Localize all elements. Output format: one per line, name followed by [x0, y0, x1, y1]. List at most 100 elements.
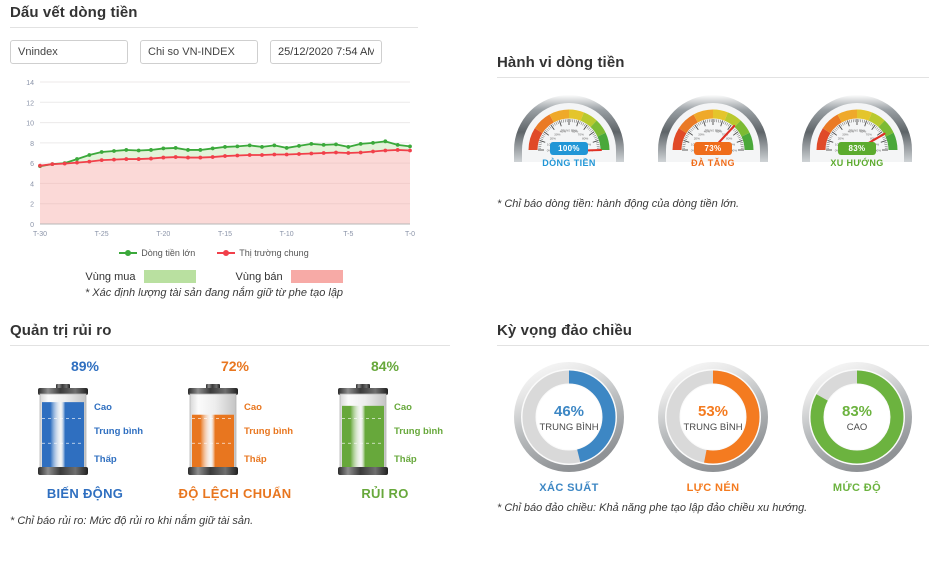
svg-text:8: 8	[30, 141, 34, 148]
legend-line-green	[119, 250, 138, 256]
svg-text:Cao: Cao	[244, 402, 262, 413]
svg-text:20%: 20%	[694, 137, 700, 141]
svg-text:14: 14	[26, 80, 34, 87]
battery-risk[interactable]: 84% Cao Trung bình Thấp RỦI RO	[310, 358, 460, 501]
svg-text:4: 4	[30, 181, 34, 188]
divider	[10, 27, 418, 28]
divider	[497, 77, 929, 78]
svg-text:Thấp: Thấp	[94, 454, 117, 465]
symbol-input[interactable]	[10, 40, 128, 64]
svg-text:0: 0	[30, 222, 34, 229]
svg-text:20%: 20%	[550, 137, 556, 141]
battery-percent: 89%	[70, 358, 100, 374]
svg-text:Trung bình: Trung bình	[394, 426, 443, 437]
legend-item-big-money: Dòng tiền lớn	[119, 248, 195, 258]
svg-text:T-30: T-30	[33, 231, 47, 238]
divider	[10, 345, 450, 346]
battery-title: ĐỘ LỆCH CHUẨN	[178, 486, 292, 501]
gauge-caption: ĐÀ TĂNG	[691, 158, 735, 168]
battery-graphic-std-dev: Cao Trung bình Thấp	[188, 384, 293, 475]
svg-text:46%: 46%	[554, 403, 584, 420]
money-trail-chart: 0 2 4 6 8 10 12 14 T-30 T-25 T-20 T-15 T-10 T-5 T-0	[10, 74, 418, 246]
panel-reversal: Kỳ vọng đảo chiều 46% TRUNG BÌNH XÁC SUẤT…	[497, 322, 929, 514]
battery-title: RỦI RO	[361, 486, 409, 501]
panel-risk: Quản trị rủi ro 89% Cao Trung bình Thấp BI…	[10, 322, 450, 527]
gauge-value-badge: 73%	[694, 142, 732, 155]
battery-volatility[interactable]: 89% Cao Trung bình Thấp BIẾN ĐỘNG	[10, 358, 160, 501]
dashboard-page: Dấu vết dòng tiền 0 2 4 6 8 10 12 14 T-30 T-25 T-2…	[0, 0, 939, 569]
panel-money-trail: Dấu vết dòng tiền 0 2 4 6 8 10 12 14 T-30 T-25 T-2…	[10, 4, 418, 299]
svg-text:T-20: T-20	[156, 231, 170, 238]
donut-label: MỨC ĐỘ	[832, 482, 882, 494]
zone-legend: Vùng mua Vùng bán	[10, 270, 418, 283]
legend-label-big-money: Dòng tiền lớn	[141, 248, 196, 258]
svg-text:Trung bình: Trung bình	[244, 426, 293, 437]
svg-text:10: 10	[26, 121, 34, 128]
svg-text:Cao: Cao	[394, 402, 412, 413]
donut-label: LỰC NÉN	[686, 482, 740, 494]
svg-text:2: 2	[30, 202, 34, 209]
svg-text:20%: 20%	[838, 137, 844, 141]
footnote-reversal: * Chỉ báo đảo chiều: Khả năng phe tạo lậ…	[497, 502, 808, 514]
battery-graphic-risk: Cao Trung bình Thấp	[338, 384, 443, 475]
gauge-caption: DÒNG TIỀN	[542, 158, 596, 168]
legend-item-buy-zone: Vùng mua	[85, 270, 196, 283]
svg-text:83%: 83%	[842, 403, 872, 420]
svg-text:CAO: CAO	[847, 422, 868, 433]
battery-percent: 84%	[370, 358, 400, 374]
footnote-behavior: * Chỉ báo dòng tiền: hành động của dòng …	[497, 198, 740, 210]
svg-text:53%: 53%	[698, 403, 728, 420]
battery-graphic-volatility: Cao Trung bình Thấp	[38, 384, 143, 475]
svg-text:70%: 70%	[866, 132, 872, 136]
panel-title-money-trail: Dấu vết dòng tiền	[10, 4, 138, 21]
battery-std-dev[interactable]: 72% Cao Trung bình Thấp ĐỘ LỆCH CHUẨN	[160, 358, 310, 501]
legend-label-buy-zone: Vùng mua	[85, 270, 136, 283]
gauge-momentum[interactable]: 0%10%20%30%40%TRUNG BÌNH60%70%80%90%100%…	[658, 88, 768, 180]
line-chart-svg: 0 2 4 6 8 10 12 14 T-30 T-25 T-20 T-15 T-10 T-5 T-0	[26, 80, 415, 238]
svg-text:T-25: T-25	[95, 231, 109, 238]
donut-compression[interactable]: 53% TRUNG BÌNH LỰC NÉN	[648, 358, 778, 494]
gauge-row: 0%10%20%30%40%TRUNG BÌNH60%70%80%90%100%…	[497, 88, 929, 180]
panel-title-reversal: Kỳ vọng đảo chiều	[497, 322, 633, 339]
legend-line-red	[217, 250, 236, 256]
svg-text:12: 12	[26, 100, 34, 107]
svg-text:Thấp: Thấp	[394, 454, 417, 465]
svg-text:80%: 80%	[582, 137, 588, 141]
legend-label-market: Thị trường chung	[239, 248, 309, 258]
donut-probability[interactable]: 46% TRUNG BÌNH XÁC SUẤT	[504, 358, 634, 494]
svg-text:Cao: Cao	[94, 402, 112, 413]
svg-text:Thấp: Thấp	[244, 454, 267, 465]
donut-row: 46% TRUNG BÌNH XÁC SUẤT 53% TRUNG BÌNH LỰC…	[497, 358, 929, 494]
swatch-buy-zone	[143, 270, 196, 283]
svg-text:T-0: T-0	[405, 231, 415, 238]
svg-text:Trung bình: Trung bình	[94, 426, 143, 437]
donut-label: XÁC SUẤT	[539, 482, 599, 494]
gauge-money-flow[interactable]: 0%10%20%30%40%TRUNG BÌNH60%70%80%90%100%…	[514, 88, 624, 180]
svg-text:T-15: T-15	[218, 231, 232, 238]
svg-text:T-5: T-5	[343, 231, 353, 238]
panel-behavior: Hành vi dòng tiền 0%10%20%30%40%TRUNG BÌ…	[497, 54, 929, 210]
footnote-risk: * Chỉ báo rủi ro: Mức độ rủi ro khi nắm …	[10, 515, 254, 527]
donut-magnitude[interactable]: 83% CAO MỨC ĐỘ	[792, 358, 922, 494]
svg-text:TRUNG BÌNH: TRUNG BÌNH	[683, 422, 742, 433]
index-name-input[interactable]	[140, 40, 258, 64]
svg-text:70%: 70%	[578, 132, 584, 136]
legend-label-sell-zone: Vùng bán	[235, 270, 283, 283]
svg-text:TRUNG BÌNH: TRUNG BÌNH	[539, 422, 598, 433]
svg-text:80%: 80%	[726, 137, 732, 141]
battery-title: BIẾN ĐỘNG	[46, 486, 124, 501]
battery-percent: 72%	[220, 358, 250, 374]
gauge-trend[interactable]: 0%10%20%30%40%TRUNG BÌNH60%70%80%90%100%…	[802, 88, 912, 180]
gauge-caption: XU HƯỚNG	[830, 158, 884, 168]
svg-text:6: 6	[30, 161, 34, 168]
donut-graphic-magnitude: 83% CAO	[802, 362, 912, 472]
svg-text:T-10: T-10	[280, 231, 294, 238]
footnote-money-trail: * Xác định lượng tài sản đang nắm giữ từ…	[84, 287, 344, 299]
panel-title-behavior: Hành vi dòng tiền	[497, 54, 625, 71]
timestamp-input[interactable]	[270, 40, 382, 64]
donut-graphic-probability: 46% TRUNG BÌNH	[514, 362, 624, 472]
battery-row: 89% Cao Trung bình Thấp BIẾN ĐỘNG 72% Cao T…	[10, 358, 450, 501]
gauge-value-badge: 83%	[838, 142, 876, 155]
divider	[497, 345, 929, 346]
donut-graphic-compression: 53% TRUNG BÌNH	[658, 362, 768, 472]
